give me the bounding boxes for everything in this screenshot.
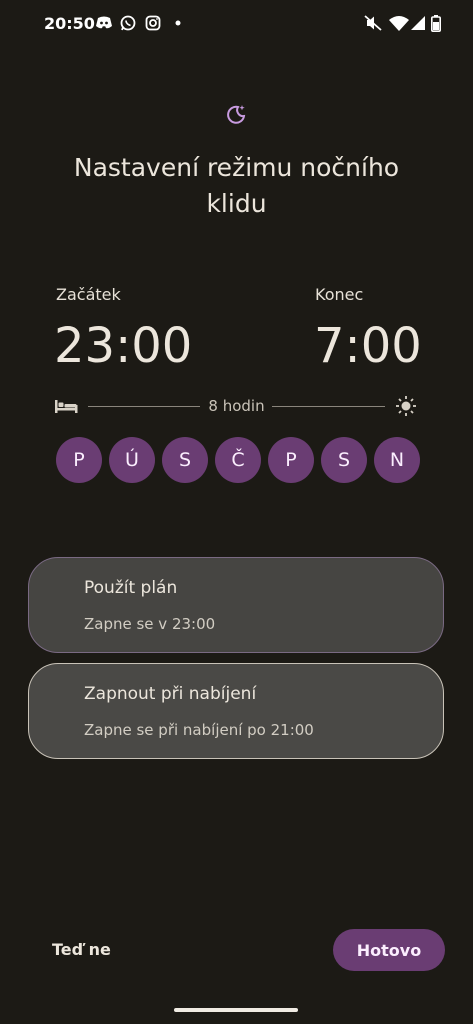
mute-icon [364,14,382,32]
charging-option[interactable]: Zapnout při nabíjení Zapne se při nabíje… [28,663,444,759]
day-thursday-button[interactable]: Č [215,437,261,483]
day-wednesday-button[interactable]: S [162,437,208,483]
whatsapp-icon [119,14,137,32]
done-button[interactable]: Hotovo [333,929,445,971]
day-sunday-button[interactable]: N [374,437,420,483]
start-label: Začátek [56,285,121,304]
battery-icon [430,14,442,32]
option-subtitle: Zapne se při nabíjení po 21:00 [84,721,314,739]
duration-line-right [272,406,385,407]
day-saturday-button[interactable]: S [321,437,367,483]
use-schedule-option[interactable]: Použít plán Zapne se v 23:00 [28,557,444,653]
day-friday-button[interactable]: P [268,437,314,483]
signal-icon [410,14,426,32]
day-selector: P Ú S Č P S N [56,437,420,483]
navigation-handle[interactable] [174,1008,298,1012]
end-time[interactable]: 7:00 [314,318,422,374]
option-subtitle: Zapne se v 23:00 [84,615,216,633]
wifi-icon [389,14,409,32]
option-title: Použít plán [84,578,178,598]
sun-icon [395,395,417,421]
duration-row: 8 hodin [54,394,419,420]
day-monday-button[interactable]: P [56,437,102,483]
instagram-icon [144,14,162,32]
discord-icon [95,14,113,32]
day-tuesday-button[interactable]: Ú [109,437,155,483]
status-bar: 20:50 [0,0,473,48]
page-title: Nastavení režimu nočního klidu [73,153,400,218]
dot-icon [174,14,182,32]
status-time: 20:50 [44,14,95,33]
option-title: Zapnout při nabíjení [84,684,257,704]
not-now-button[interactable]: Teď ne [52,940,111,959]
start-time[interactable]: 23:00 [54,318,192,374]
end-label: Konec [315,285,364,304]
bedtime-moon-icon [224,102,248,126]
